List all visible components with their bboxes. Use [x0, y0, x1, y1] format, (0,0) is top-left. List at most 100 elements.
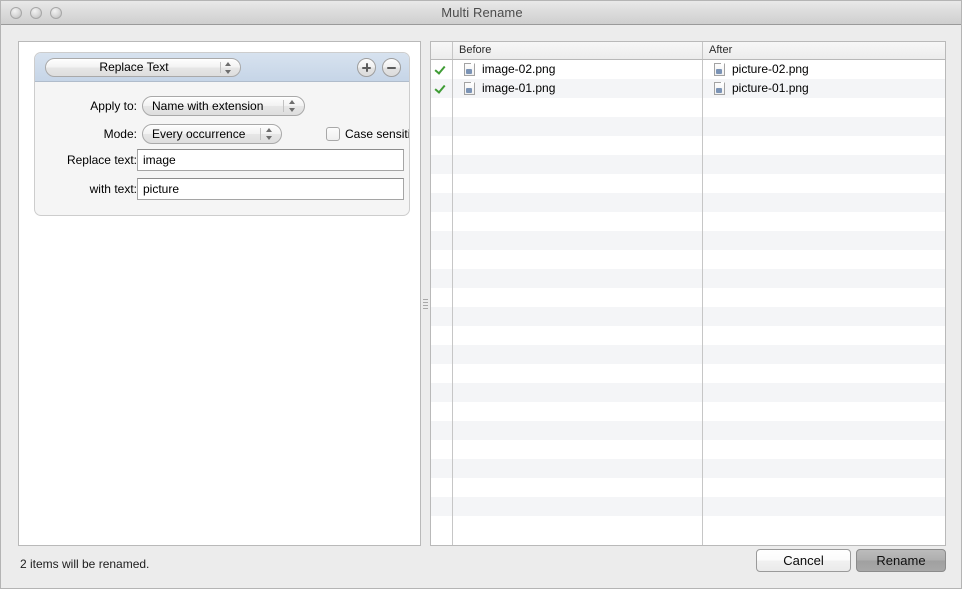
- column-header-check[interactable]: [431, 42, 452, 59]
- row-checkmark-empty: [431, 174, 452, 193]
- row-before-cell-empty: [452, 193, 702, 212]
- row-before-cell-empty: [452, 497, 702, 516]
- row-before-cell: image-02.png: [452, 60, 702, 79]
- table-row-empty: [431, 440, 945, 459]
- row-checkmark-empty: [431, 421, 452, 440]
- row-before-cell-empty: [452, 478, 702, 497]
- table-row[interactable]: image-02.png picture-02.png: [431, 60, 945, 79]
- row-after-name: picture-01.png: [732, 81, 809, 95]
- row-checkmark[interactable]: [431, 60, 452, 79]
- table-row-empty: [431, 402, 945, 421]
- rule-type-popup-button[interactable]: Replace Text: [45, 58, 241, 77]
- table-row-empty: [431, 231, 945, 250]
- row-after-cell-empty: [702, 174, 945, 193]
- row-before-cell-empty: [452, 364, 702, 383]
- apply-to-label: Apply to:: [90, 99, 137, 113]
- popup-separator: [260, 128, 261, 140]
- table-row-empty: [431, 98, 945, 117]
- with-text-input[interactable]: picture: [137, 178, 404, 200]
- table-row-empty: [431, 117, 945, 136]
- table-row-empty: [431, 516, 945, 535]
- row-before-cell-empty: [452, 383, 702, 402]
- cancel-button[interactable]: Cancel: [756, 549, 851, 572]
- status-message: 2 items will be renamed.: [20, 557, 150, 571]
- plus-icon-vertical: [365, 63, 368, 72]
- add-rule-button[interactable]: [357, 58, 376, 77]
- row-after-cell-empty: [702, 516, 945, 535]
- row-before-cell-empty: [452, 421, 702, 440]
- row-after-cell-empty: [702, 288, 945, 307]
- window-titlebar: Multi Rename: [1, 1, 961, 25]
- with-text-label: with text:: [89, 182, 137, 196]
- apply-to-value: Name with extension: [152, 99, 264, 113]
- splitter-grip-icon: [423, 299, 428, 310]
- table-row-empty: [431, 497, 945, 516]
- table-row-empty: [431, 212, 945, 231]
- row-after-cell-empty: [702, 307, 945, 326]
- table-row-empty: [431, 421, 945, 440]
- row-after-cell-empty: [702, 440, 945, 459]
- row-after-cell-empty: [702, 117, 945, 136]
- row-before-cell-empty: [452, 212, 702, 231]
- row-before-cell-empty: [452, 459, 702, 478]
- apply-to-popup-button[interactable]: Name with extension: [142, 96, 305, 116]
- image-file-icon: [464, 82, 475, 95]
- row-checkmark-empty: [431, 478, 452, 497]
- row-checkmark-empty: [431, 497, 452, 516]
- row-checkmark-empty: [431, 288, 452, 307]
- row-before-cell-empty: [452, 269, 702, 288]
- row-after-cell: picture-02.png: [702, 60, 945, 79]
- row-checkmark-empty: [431, 383, 452, 402]
- rules-panel: Replace Text Apply to: Name with extensi…: [18, 41, 421, 546]
- image-file-icon: [714, 63, 725, 76]
- table-row-empty: [431, 174, 945, 193]
- mode-popup-button[interactable]: Every occurrence: [142, 124, 282, 144]
- row-before-cell-empty: [452, 231, 702, 250]
- file-preview-table: Before After image-02.png picture-02.png i…: [430, 41, 946, 546]
- row-before-name: image-02.png: [482, 62, 556, 76]
- column-header-after[interactable]: After: [702, 42, 945, 59]
- panel-splitter[interactable]: [421, 41, 430, 546]
- row-after-cell-empty: [702, 421, 945, 440]
- checkbox-box: [326, 127, 340, 141]
- rename-button[interactable]: Rename: [856, 549, 946, 572]
- chevron-updown-icon: [264, 127, 275, 141]
- row-before-cell-empty: [452, 174, 702, 193]
- row-after-cell-empty: [702, 155, 945, 174]
- row-before-cell-empty: [452, 136, 702, 155]
- row-checkmark-empty: [431, 117, 452, 136]
- window-title: Multi Rename: [441, 5, 523, 20]
- minus-icon: [387, 67, 396, 69]
- table-row-empty: [431, 193, 945, 212]
- row-before-cell-empty: [452, 326, 702, 345]
- multi-rename-window: Multi Rename Replace Text Apply to: Name…: [0, 0, 962, 589]
- table-header-row: Before After: [431, 42, 945, 60]
- row-before-cell-empty: [452, 250, 702, 269]
- row-checkmark-empty: [431, 212, 452, 231]
- row-after-cell-empty: [702, 98, 945, 117]
- row-after-name: picture-02.png: [732, 62, 809, 76]
- row-after-cell: picture-01.png: [702, 79, 945, 98]
- table-body: image-02.png picture-02.png image-01.png pi…: [431, 60, 945, 545]
- row-checkmark-empty: [431, 345, 452, 364]
- row-before-cell-empty: [452, 98, 702, 117]
- table-row-empty: [431, 345, 945, 364]
- row-before-cell-empty: [452, 345, 702, 364]
- column-header-before[interactable]: Before: [452, 42, 702, 59]
- row-before-cell: image-01.png: [452, 79, 702, 98]
- table-row-empty: [431, 364, 945, 383]
- replace-text-input[interactable]: image: [137, 149, 404, 171]
- row-before-cell-empty: [452, 307, 702, 326]
- row-checkmark[interactable]: [431, 79, 452, 98]
- remove-rule-button[interactable]: [382, 58, 401, 77]
- table-row[interactable]: image-01.png picture-01.png: [431, 79, 945, 98]
- table-row-empty: [431, 288, 945, 307]
- case-sensitive-checkbox[interactable]: Case sensitive: [326, 125, 409, 143]
- mode-label: Mode:: [103, 127, 137, 141]
- table-row-empty: [431, 136, 945, 155]
- row-checkmark-empty: [431, 231, 452, 250]
- row-after-cell-empty: [702, 136, 945, 155]
- image-file-icon: [464, 63, 475, 76]
- row-checkmark-empty: [431, 98, 452, 117]
- table-row-empty: [431, 250, 945, 269]
